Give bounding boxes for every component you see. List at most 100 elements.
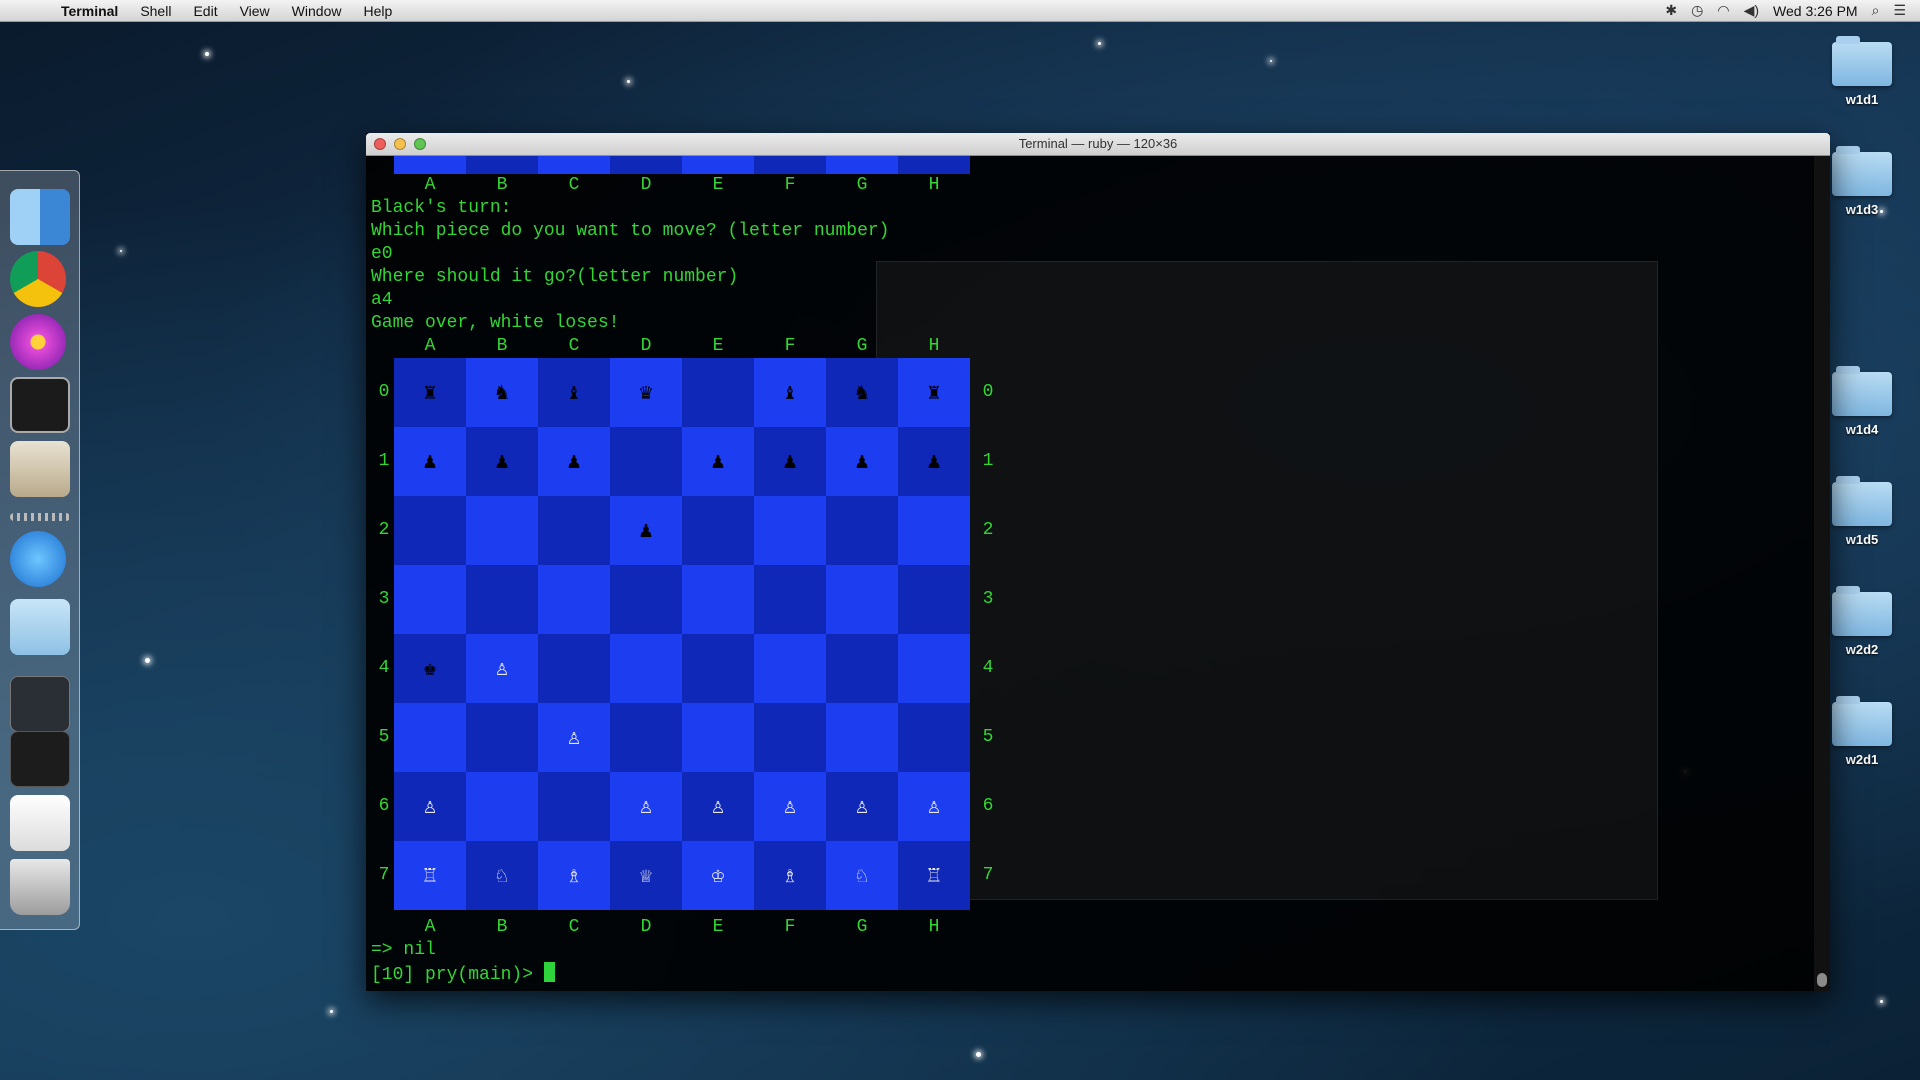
- board-square: [538, 565, 610, 634]
- menu-app-terminal[interactable]: Terminal: [50, 0, 129, 22]
- chess-piece: ♝: [567, 380, 581, 406]
- rank-label: 0: [378, 382, 390, 402]
- file-label: B: [496, 917, 508, 937]
- star: [1098, 42, 1101, 45]
- board-square: [394, 565, 466, 634]
- board-square: [898, 634, 970, 703]
- terminal-line: Where should it go?(letter number): [371, 267, 739, 287]
- terminal-line: e0: [371, 244, 393, 264]
- board-square: [610, 427, 682, 496]
- file-label: F: [784, 175, 796, 195]
- documents-folder-icon[interactable]: [10, 599, 70, 655]
- recent-stack-icon[interactable]: [10, 731, 70, 787]
- desktop-folder[interactable]: w1d4: [1822, 366, 1902, 437]
- board-square: [826, 703, 898, 772]
- desktop-folder[interactable]: w2d1: [1822, 696, 1902, 767]
- board-square: [466, 772, 538, 841]
- board-square: [754, 565, 826, 634]
- star: [330, 1010, 333, 1013]
- wifi-icon[interactable]: ◠: [1717, 2, 1729, 19]
- board-square: ♗: [538, 841, 610, 910]
- chess-board: ♜ ♞ ♝ ♛ ♝ ♞ ♜ ♟ ♟ ♟ ♟ ♟ ♟ ♟ ♟ ♚ ♙ ♙ ♙ ♙ ♙ ♙ ♙ ♙ ♖ ♘ ♗ ♕ ♔ ♗ ♘ ♖: [394, 358, 970, 910]
- menu-shell[interactable]: Shell: [129, 0, 182, 22]
- menu-view[interactable]: View: [229, 0, 281, 22]
- close-button[interactable]: [374, 138, 386, 150]
- chess-piece: ♞: [855, 380, 869, 406]
- chess-piece: ♖: [927, 863, 941, 889]
- board-square: ♔: [682, 841, 754, 910]
- rank-label: 0: [982, 382, 994, 402]
- volume-icon[interactable]: ◀): [1744, 2, 1759, 19]
- rank-label: 5: [982, 727, 994, 747]
- board-square: ♗: [754, 841, 826, 910]
- board-square: [538, 496, 610, 565]
- file-label: G: [856, 175, 868, 195]
- board-square: ♟: [466, 427, 538, 496]
- board-square: ♟: [610, 496, 682, 565]
- chrome-window-icon[interactable]: [10, 795, 70, 851]
- board-square: [898, 565, 970, 634]
- flower-icon[interactable]: [10, 314, 66, 370]
- screenshots-stack-icon[interactable]: [10, 676, 70, 732]
- desktop-folder[interactable]: w1d3: [1822, 146, 1902, 217]
- file-label: A: [424, 336, 436, 356]
- spotlight-search-icon[interactable]: ⌕: [1872, 2, 1880, 19]
- chess-piece: ♟: [783, 449, 797, 475]
- board-square: ♟: [394, 427, 466, 496]
- bluetooth-icon[interactable]: ✱: [1665, 2, 1677, 19]
- terminal-line: Which piece do you want to move? (letter…: [371, 221, 890, 241]
- window-titlebar[interactable]: Terminal — ruby — 120×36: [366, 133, 1830, 156]
- menu-help[interactable]: Help: [352, 0, 403, 22]
- board-square: ♟: [898, 427, 970, 496]
- board-files-bottom: A B C D E F G H: [394, 916, 970, 939]
- finder-icon[interactable]: [10, 189, 70, 245]
- menu-window[interactable]: Window: [281, 0, 353, 22]
- folder-icon: [1832, 36, 1892, 86]
- preview-icon[interactable]: [10, 441, 70, 497]
- terminal-window[interactable]: Terminal — ruby — 120×36 A B C D E F G H Black'…: [366, 133, 1830, 991]
- menu-edit[interactable]: Edit: [182, 0, 228, 22]
- chess-piece: ♛: [639, 380, 653, 406]
- terminal-icon[interactable]: [10, 377, 70, 433]
- rank-label: 3: [982, 589, 994, 609]
- minimize-button[interactable]: [394, 138, 406, 150]
- pry-prompt[interactable]: [10] pry(main)>: [371, 962, 555, 985]
- prompt-text: [10] pry(main)>: [371, 965, 544, 985]
- scrollbar[interactable]: [1814, 156, 1830, 991]
- app-store-icon[interactable]: [10, 531, 66, 587]
- previous-board-files: A B C D E F G H: [394, 174, 970, 197]
- terminal-line: Game over, white loses!: [371, 313, 620, 333]
- folder-icon: [1832, 146, 1892, 196]
- board-square: [826, 565, 898, 634]
- time-machine-icon[interactable]: ◷: [1691, 2, 1703, 19]
- chess-piece: ♙: [423, 794, 437, 820]
- chess-piece: ♕: [639, 863, 653, 889]
- board-square: [466, 496, 538, 565]
- board-square: [610, 565, 682, 634]
- chess-piece: ♝: [783, 380, 797, 406]
- rank-label: 3: [378, 589, 390, 609]
- rank-label: 2: [982, 520, 994, 540]
- board-square: ♙: [394, 772, 466, 841]
- chess-piece: ♔: [711, 863, 725, 889]
- menubar-clock[interactable]: Wed 3:26 PM: [1773, 3, 1858, 19]
- board-square: ♘: [826, 841, 898, 910]
- board-square: [610, 703, 682, 772]
- terminal-content[interactable]: A B C D E F G H Black's turn: Which piece do yo…: [366, 156, 1814, 991]
- zoom-button[interactable]: [414, 138, 426, 150]
- file-label: H: [928, 175, 940, 195]
- star: [120, 250, 122, 252]
- star: [1880, 1000, 1883, 1003]
- desktop-folder[interactable]: w1d1: [1822, 36, 1902, 107]
- file-label: C: [568, 175, 580, 195]
- file-label: C: [568, 917, 580, 937]
- file-label: E: [712, 336, 724, 356]
- scrollbar-thumb[interactable]: [1817, 973, 1827, 987]
- notification-center-icon[interactable]: ☰: [1893, 2, 1906, 19]
- trash-icon[interactable]: [10, 859, 70, 915]
- apple-menu-icon[interactable]: [16, 1, 36, 21]
- board-square: [610, 634, 682, 703]
- chrome-icon[interactable]: [10, 251, 66, 307]
- desktop-folder[interactable]: w1d5: [1822, 476, 1902, 547]
- desktop-folder[interactable]: w2d2: [1822, 586, 1902, 657]
